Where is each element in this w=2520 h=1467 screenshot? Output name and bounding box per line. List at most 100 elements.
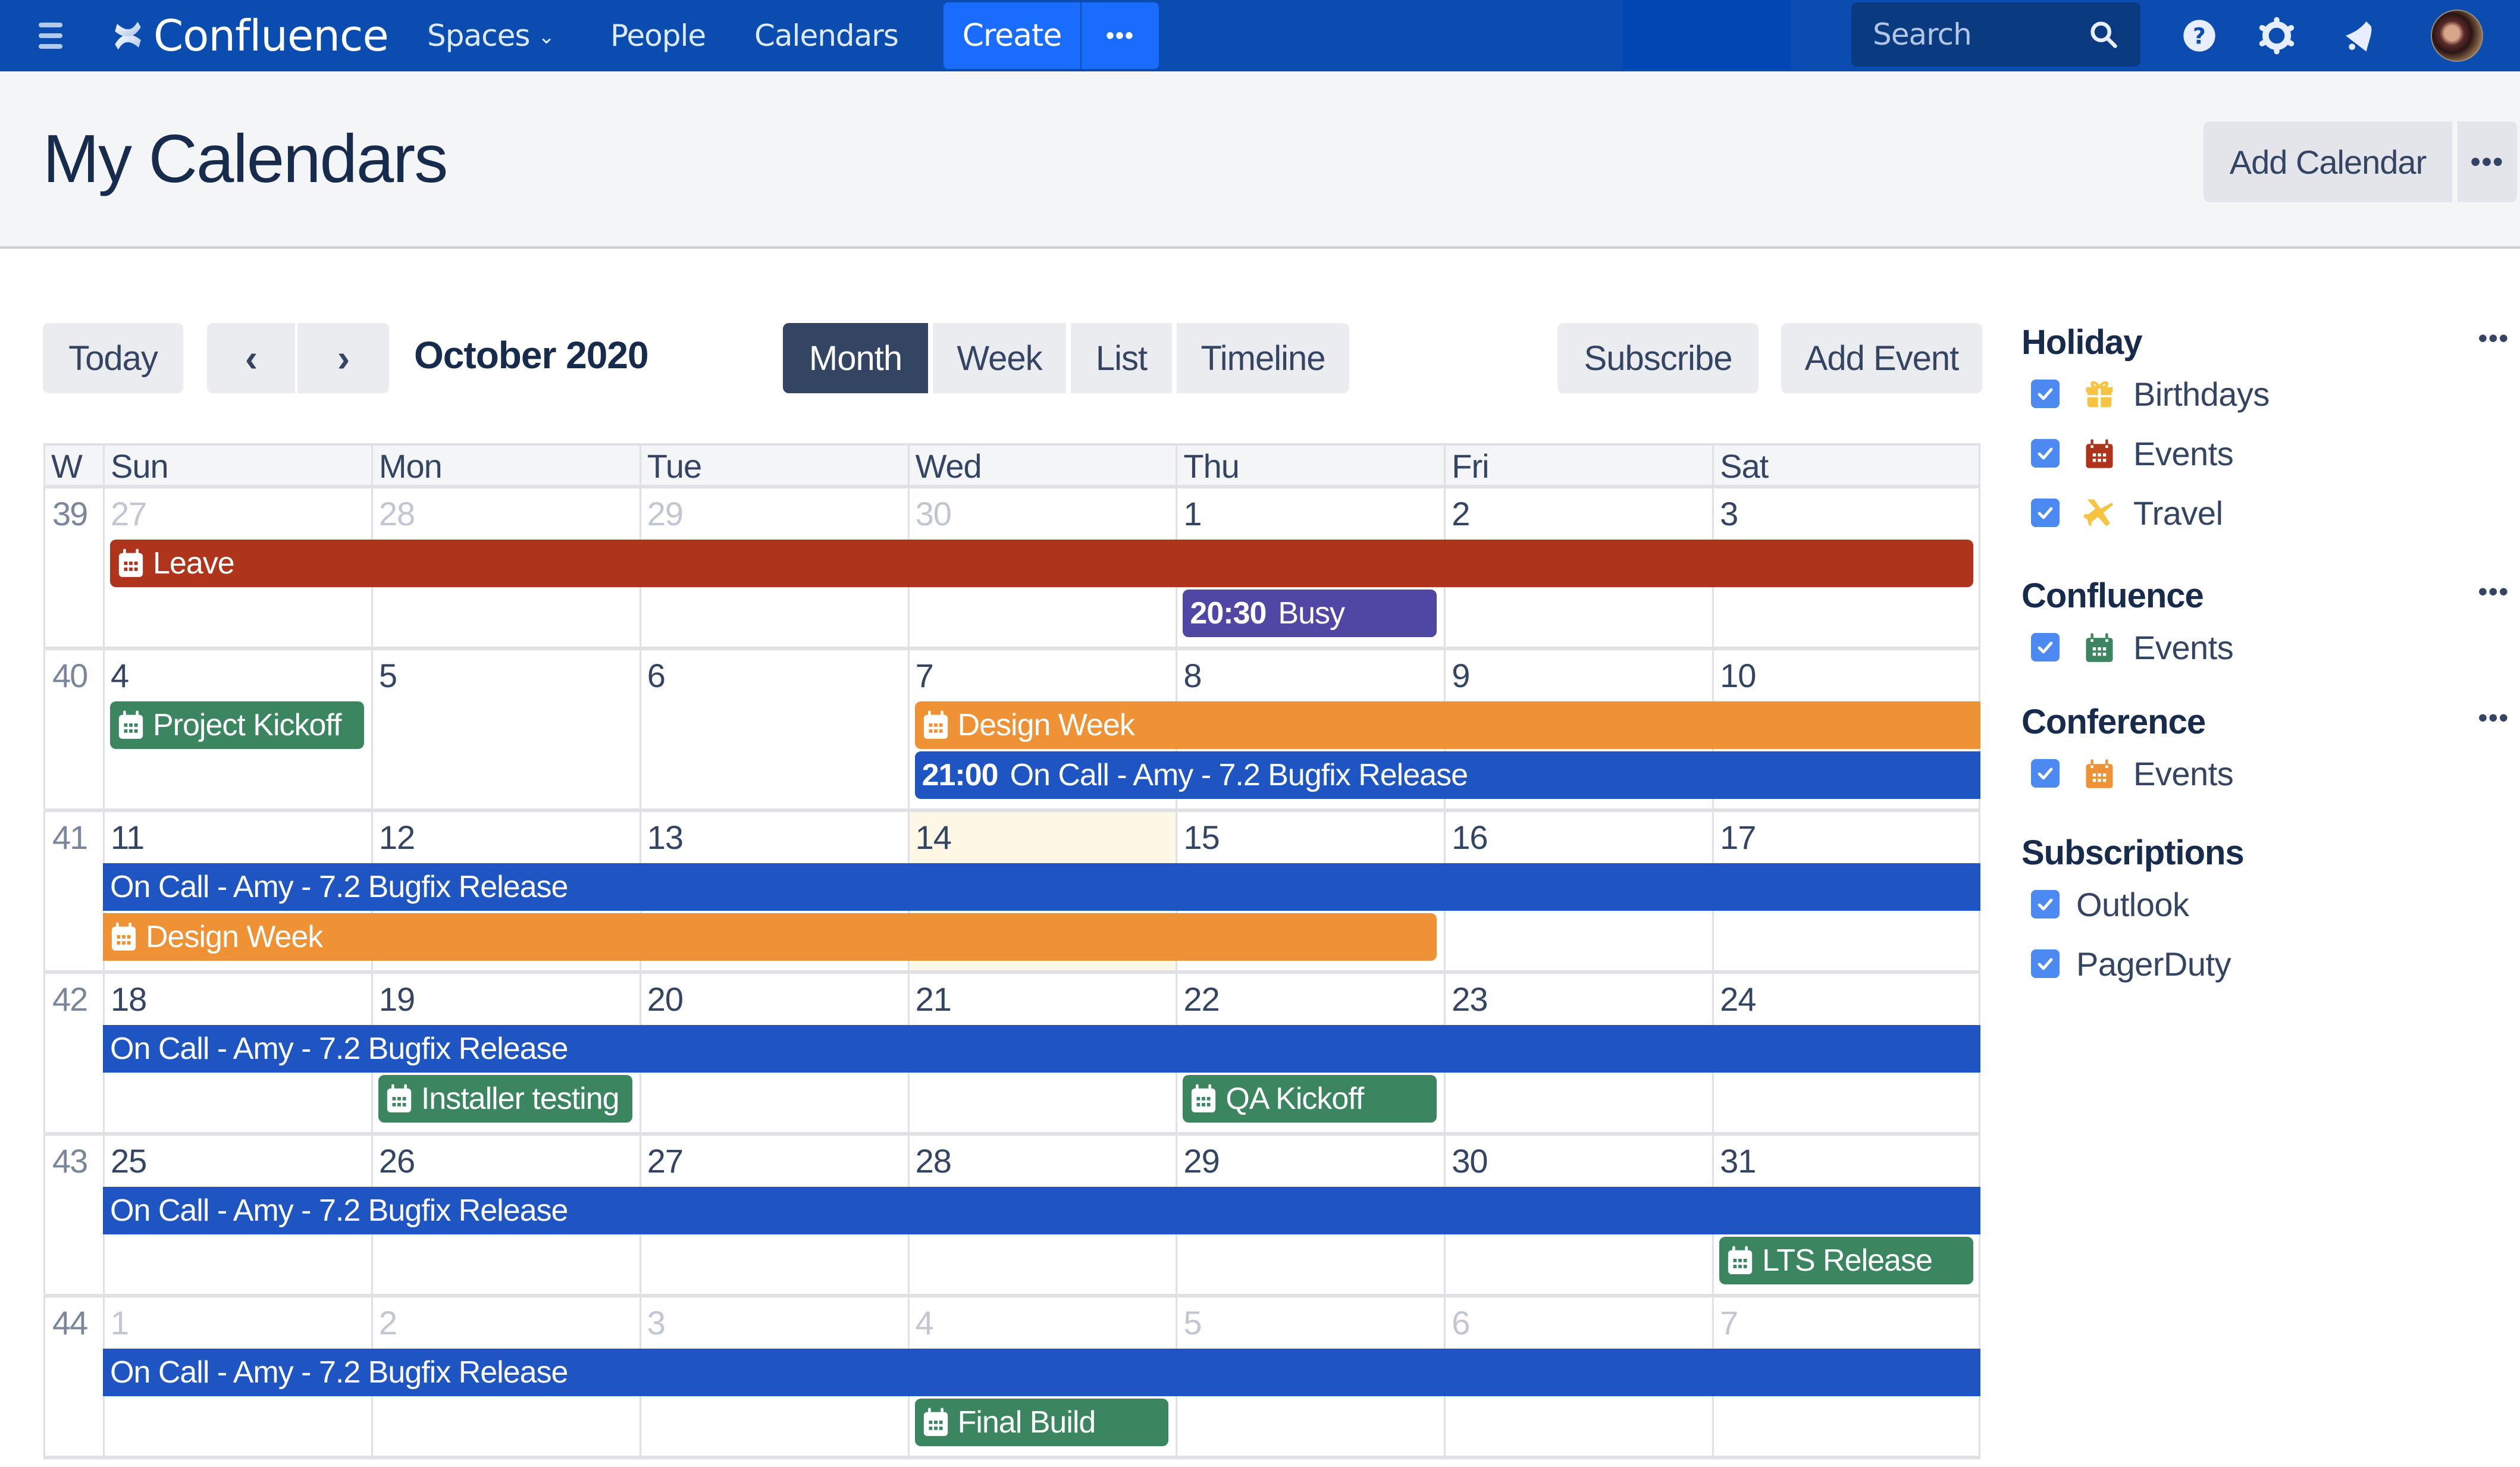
calendar-name: Birthdays — [2133, 375, 2270, 413]
calendar-event[interactable]: LTS Release — [1719, 1237, 1973, 1284]
day-number: 29 — [1183, 1142, 1220, 1180]
day-cell[interactable]: 6 — [639, 650, 908, 808]
event-title: On Call - Amy - 7.2 Bugfix Release — [110, 1193, 568, 1228]
group-more-actions-button[interactable]: ••• — [2478, 577, 2509, 607]
day-number: 3 — [647, 1304, 666, 1341]
checkmark-icon — [2038, 507, 2053, 519]
day-number: 28 — [915, 1142, 952, 1180]
calendar-toggle-item[interactable]: Events — [2021, 617, 2509, 677]
nav-spaces-dropdown[interactable]: Spaces ⌄ — [427, 15, 555, 56]
calendar-event[interactable]: On Call - Amy - 7.2 Bugfix Release — [103, 863, 1980, 911]
search-placeholder: Search — [1873, 17, 1972, 52]
day-number: 5 — [378, 657, 397, 694]
calendar-checkbox[interactable] — [2031, 439, 2060, 468]
calendar-event[interactable]: Installer testing — [378, 1075, 632, 1123]
page-title: My Calendars — [43, 121, 448, 197]
day-number: 24 — [1720, 980, 1756, 1018]
nav-spaces-label: Spaces — [427, 18, 530, 53]
calendar-toggle-item[interactable]: Events — [2021, 744, 2509, 803]
calendar-event[interactable]: On Call - Amy - 7.2 Bugfix Release — [103, 1349, 1980, 1396]
group-more-actions-button[interactable]: ••• — [2478, 324, 2509, 353]
calendar-event[interactable]: On Call - Amy - 7.2 Bugfix Release — [103, 1187, 1980, 1234]
create-button[interactable]: Create — [944, 2, 1080, 69]
calendar-event[interactable]: QA Kickoff — [1183, 1075, 1437, 1123]
week-number: 39 — [52, 495, 88, 532]
calendar-event[interactable]: Project Kickoff — [110, 701, 364, 749]
view-week-tab[interactable]: Week — [933, 323, 1066, 393]
event-title: On Call - Amy - 7.2 Bugfix Release — [1010, 758, 1468, 792]
calendar-checkbox[interactable] — [2031, 380, 2060, 408]
calendar-toggle-item[interactable]: PagerDuty — [2021, 934, 2509, 993]
day-cell[interactable]: 5 — [371, 650, 640, 808]
day-number: 6 — [1452, 1304, 1470, 1341]
page-header: My Calendars Add Calendar ••• — [0, 71, 2520, 249]
calendar-toggle-item[interactable]: Travel — [2021, 483, 2509, 543]
week-number-cell: 40 — [43, 650, 103, 808]
calendar-name: Events — [2133, 434, 2234, 472]
previous-month-button[interactable]: ‹ — [207, 323, 295, 393]
day-number: 5 — [1183, 1304, 1202, 1341]
user-avatar[interactable] — [2431, 10, 2483, 62]
calendar-event[interactable]: Design Week — [914, 701, 1980, 749]
nav-people-link[interactable]: People — [610, 15, 706, 56]
day-number: 20 — [647, 980, 684, 1018]
calendar-name: PagerDuty — [2076, 945, 2231, 983]
day-number: 17 — [1720, 819, 1756, 856]
view-month-tab[interactable]: Month — [783, 323, 928, 393]
create-more-button[interactable]: ••• — [1080, 2, 1159, 69]
calendar-checkbox[interactable] — [2031, 949, 2060, 978]
week-number: 44 — [52, 1304, 88, 1341]
next-month-button[interactable]: › — [297, 323, 389, 393]
subscribe-button[interactable]: Subscribe — [1557, 323, 1759, 393]
calendar-event[interactable]: 20:30 Busy — [1183, 590, 1437, 637]
search-input[interactable]: Search — [1851, 2, 2140, 67]
nav-calendars-link[interactable]: Calendars — [754, 15, 899, 56]
day-header-fri: Fri — [1444, 446, 1712, 485]
calendar-group-title: Conference — [2021, 703, 2206, 741]
today-button[interactable]: Today — [43, 323, 183, 393]
page-more-actions-button[interactable]: ••• — [2458, 121, 2517, 202]
calendar-event[interactable]: Final Build — [914, 1399, 1169, 1446]
calendar-checkbox[interactable] — [2031, 890, 2060, 919]
add-event-button[interactable]: Add Event — [1781, 323, 1982, 393]
calendar-checkbox[interactable] — [2031, 499, 2060, 527]
day-number: 23 — [1452, 980, 1488, 1018]
calendar-toggle-item[interactable]: Birthdays — [2021, 364, 2509, 424]
day-header-wed: Wed — [907, 446, 1176, 485]
calendar-event[interactable]: Leave — [110, 540, 1973, 587]
app-switcher-menu-icon[interactable] — [37, 23, 64, 49]
search-icon — [2090, 21, 2117, 48]
calendar-event-icon — [1190, 1083, 1217, 1114]
app-name: Confluence — [153, 11, 389, 61]
settings-gear-icon[interactable] — [2258, 17, 2296, 55]
week-number-cell: 41 — [43, 812, 103, 970]
calendar-group-holiday: Holiday ••• Birthdays Events Travel — [2021, 321, 2509, 543]
notifications-bell-icon[interactable] — [2341, 17, 2379, 55]
add-calendar-button[interactable]: Add Calendar — [2204, 121, 2452, 202]
view-list-tab[interactable]: List — [1071, 323, 1172, 393]
month-calendar-grid: W Sun Mon Tue Wed Thu Fri Sat 39 27 28 29 30 1 2 3 40 4 5 6… — [43, 443, 1980, 1460]
day-number: 13 — [647, 819, 684, 856]
calendar-event[interactable]: On Call - Amy - 7.2 Bugfix Release — [103, 1025, 1980, 1073]
confluence-logo[interactable]: Confluence — [111, 11, 389, 61]
event-title: QA Kickoff — [1225, 1082, 1364, 1116]
day-number: 28 — [378, 495, 415, 532]
day-number: 11 — [111, 819, 145, 856]
event-title: Leave — [153, 546, 235, 581]
calendar-icon — [2083, 437, 2115, 469]
day-number: 15 — [1183, 819, 1220, 856]
calendar-checkbox[interactable] — [2031, 759, 2060, 788]
calendar-toggle-item[interactable]: Events — [2021, 424, 2509, 483]
week-number: 42 — [52, 980, 88, 1018]
calendar-toggle-item[interactable]: Outlook — [2021, 874, 2509, 934]
calendar-checkbox[interactable] — [2031, 633, 2060, 662]
help-icon[interactable]: ? — [2180, 17, 2218, 55]
day-number: 1 — [111, 1304, 129, 1341]
view-timeline-tab[interactable]: Timeline — [1177, 323, 1349, 393]
event-title: On Call - Amy - 7.2 Bugfix Release — [110, 1032, 568, 1066]
calendar-event-icon — [117, 548, 145, 579]
calendar-event[interactable]: Design Week — [103, 913, 1437, 961]
calendar-event[interactable]: 21:00 On Call - Amy - 7.2 Bugfix Release — [914, 751, 1980, 799]
group-more-actions-button[interactable]: ••• — [2478, 703, 2509, 733]
checkmark-icon — [2038, 767, 2053, 780]
